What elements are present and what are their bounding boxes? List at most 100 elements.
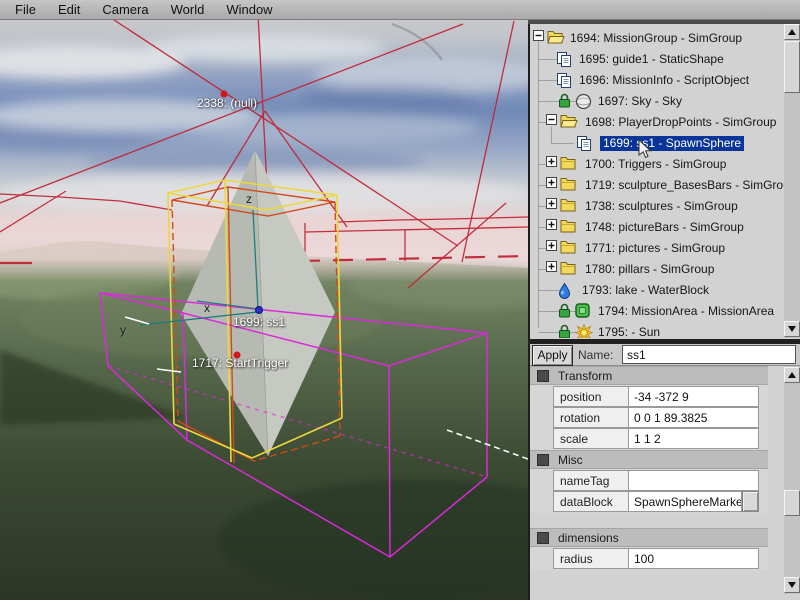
expander-minus-icon[interactable] <box>546 114 557 125</box>
tree-item-label[interactable]: 1793: lake - WaterBlock <box>582 283 709 297</box>
property-name: radius <box>553 548 629 569</box>
property-value-field[interactable]: 1 1 2 <box>629 428 759 449</box>
tree-item-label[interactable]: 1748: pictureBars - SimGroup <box>585 220 744 234</box>
expander-plus-icon[interactable] <box>546 198 557 209</box>
arrow-down-icon <box>788 326 796 332</box>
tree-item-label[interactable]: 1795: - Sun <box>598 325 660 338</box>
section-rows: position-34 -372 9rotation0 0 1 89.3825s… <box>530 385 768 450</box>
apply-button[interactable]: Apply <box>532 345 573 366</box>
menu-item-edit[interactable]: Edit <box>47 0 91 19</box>
inspector-scroll-up-button[interactable] <box>784 367 800 383</box>
section-header-Misc[interactable]: Misc <box>530 450 768 469</box>
folder-open-icon <box>547 30 565 45</box>
tree-row[interactable]: 1696: MissionInfo - ScriptObject <box>530 70 783 91</box>
expander-minus-icon[interactable] <box>533 30 544 41</box>
section-toggle-icon[interactable] <box>537 532 549 544</box>
tree-item-label[interactable]: 1697: Sky - Sky <box>598 94 682 108</box>
tree-connector <box>551 127 552 144</box>
section-rows: nameTagdataBlockSpawnSphereMarker <box>530 469 768 513</box>
expander-plus-icon[interactable] <box>546 240 557 251</box>
folder-closed-icon <box>560 240 578 255</box>
tree-row[interactable]: 1719: sculpture_BasesBars - SimGroup <box>530 175 783 196</box>
viewport-3d[interactable]: 2338: (null)1699: ss11717: StartTriggerz… <box>0 20 528 600</box>
property-name: rotation <box>553 407 629 428</box>
tree-row[interactable]: 1699: ss1 - SpawnSphere <box>530 133 783 154</box>
tree-item-label[interactable]: 1698: PlayerDropPoints - SimGroup <box>585 115 776 129</box>
spawnsphere-dot <box>256 307 263 314</box>
expander-plus-icon[interactable] <box>546 219 557 230</box>
tree-item-label[interactable]: 1694: MissionGroup - SimGroup <box>570 31 742 45</box>
pages-icon <box>576 135 593 152</box>
section-rows: radius100 <box>530 547 768 570</box>
section-title: Transform <box>558 369 612 383</box>
property-row-nameTag: nameTag <box>553 470 759 491</box>
tree-row[interactable]: 1795: - Sun <box>530 322 783 338</box>
arrow-down-icon <box>788 582 796 588</box>
axis-label-y: y <box>120 323 126 337</box>
tree-item-label[interactable]: 1696: MissionInfo - ScriptObject <box>579 73 749 87</box>
property-value-field[interactable] <box>629 470 759 491</box>
tree-item-label[interactable]: 1719: sculpture_BasesBars - SimGroup <box>585 178 796 192</box>
menu-item-world[interactable]: World <box>160 0 216 19</box>
tree-scroll-up-button[interactable] <box>784 24 800 40</box>
tree-row[interactable]: 1794: MissionArea - MissionArea <box>530 301 783 322</box>
tree-item-label[interactable]: 1695: guide1 - StaticShape <box>579 52 724 66</box>
tree-scroll-thumb[interactable] <box>784 41 800 93</box>
property-name: nameTag <box>553 470 629 491</box>
tree-row[interactable]: 1780: pillars - SimGroup <box>530 259 783 280</box>
tree-row[interactable]: 1738: sculptures - SimGroup <box>530 196 783 217</box>
property-row-scale: scale1 1 2 <box>553 428 759 449</box>
name-input[interactable] <box>622 345 796 364</box>
expander-plus-icon[interactable] <box>546 156 557 167</box>
menu-item-file[interactable]: File <box>4 0 47 19</box>
mouse-cursor-icon <box>638 140 652 164</box>
expander-plus-icon[interactable] <box>546 261 557 272</box>
tree-item-label[interactable]: 1771: pictures - SimGroup <box>585 241 725 255</box>
tree-scrollbar[interactable] <box>784 24 800 338</box>
tree-item-label-selected[interactable]: 1699: ss1 - SpawnSphere <box>600 136 744 151</box>
inspector-scroll-thumb[interactable] <box>784 490 800 516</box>
property-value-field[interactable]: 0 0 1 89.3825 <box>629 407 759 428</box>
inspector-scrollbar[interactable] <box>784 366 800 594</box>
tree-row[interactable]: 1697: Sky - Sky <box>530 91 783 112</box>
property-value-field[interactable]: -34 -372 9 <box>629 386 759 407</box>
menu-item-camera[interactable]: Camera <box>91 0 159 19</box>
inspector-scroll-down-button[interactable] <box>784 577 800 593</box>
property-row-position: position-34 -372 9 <box>553 386 759 407</box>
property-row-radius: radius100 <box>553 548 759 569</box>
property-value-field[interactable]: 100 <box>629 548 759 569</box>
property-value-field[interactable]: SpawnSphereMarker <box>629 491 742 512</box>
axis-label-x: x <box>204 301 210 315</box>
datablock-picker-button[interactable] <box>742 491 759 512</box>
lock-icon <box>558 324 571 338</box>
inspector-header: Apply Name: <box>530 344 800 366</box>
section-toggle-icon[interactable] <box>537 370 549 382</box>
section-spacer <box>530 513 768 528</box>
inspector-body: Transform position-34 -372 9rotation0 0 1… <box>530 366 784 600</box>
arrow-up-icon <box>788 372 796 378</box>
tree-item-label[interactable]: 1794: MissionArea - MissionArea <box>598 304 774 318</box>
tree-row[interactable]: 1698: PlayerDropPoints - SimGroup <box>530 112 783 133</box>
inspector-sections: Transform position-34 -372 9rotation0 0 1… <box>530 366 768 570</box>
section-toggle-icon[interactable] <box>537 454 549 466</box>
tree-item-label[interactable]: 1738: sculptures - SimGroup <box>585 199 738 213</box>
tree-item-label[interactable]: 1780: pillars - SimGroup <box>585 262 714 276</box>
world-editor-window: FileEditCameraWorldWindow <box>0 0 800 600</box>
section-header-Transform[interactable]: Transform <box>530 366 768 385</box>
property-row-rotation: rotation0 0 1 89.3825 <box>553 407 759 428</box>
expander-plus-icon[interactable] <box>546 177 557 188</box>
tree-row[interactable]: 1793: lake - WaterBlock <box>530 280 783 301</box>
tree-row[interactable]: 1695: guide1 - StaticShape <box>530 49 783 70</box>
tree-item-label[interactable]: 1700: Triggers - SimGroup <box>585 157 726 171</box>
tree-scroll-down-button[interactable] <box>784 321 800 337</box>
tree-row[interactable]: 1694: MissionGroup - SimGroup <box>530 28 783 49</box>
section-header-dimensions[interactable]: dimensions <box>530 528 768 547</box>
tree-row[interactable]: 1748: pictureBars - SimGroup <box>530 217 783 238</box>
menu-item-window[interactable]: Window <box>215 0 283 19</box>
property-name: scale <box>553 428 629 449</box>
tree-row[interactable]: 1700: Triggers - SimGroup <box>530 154 783 175</box>
pages-icon <box>556 51 573 68</box>
folder-closed-icon <box>560 198 578 213</box>
folder-closed-icon <box>560 219 578 234</box>
tree-row[interactable]: 1771: pictures - SimGroup <box>530 238 783 259</box>
